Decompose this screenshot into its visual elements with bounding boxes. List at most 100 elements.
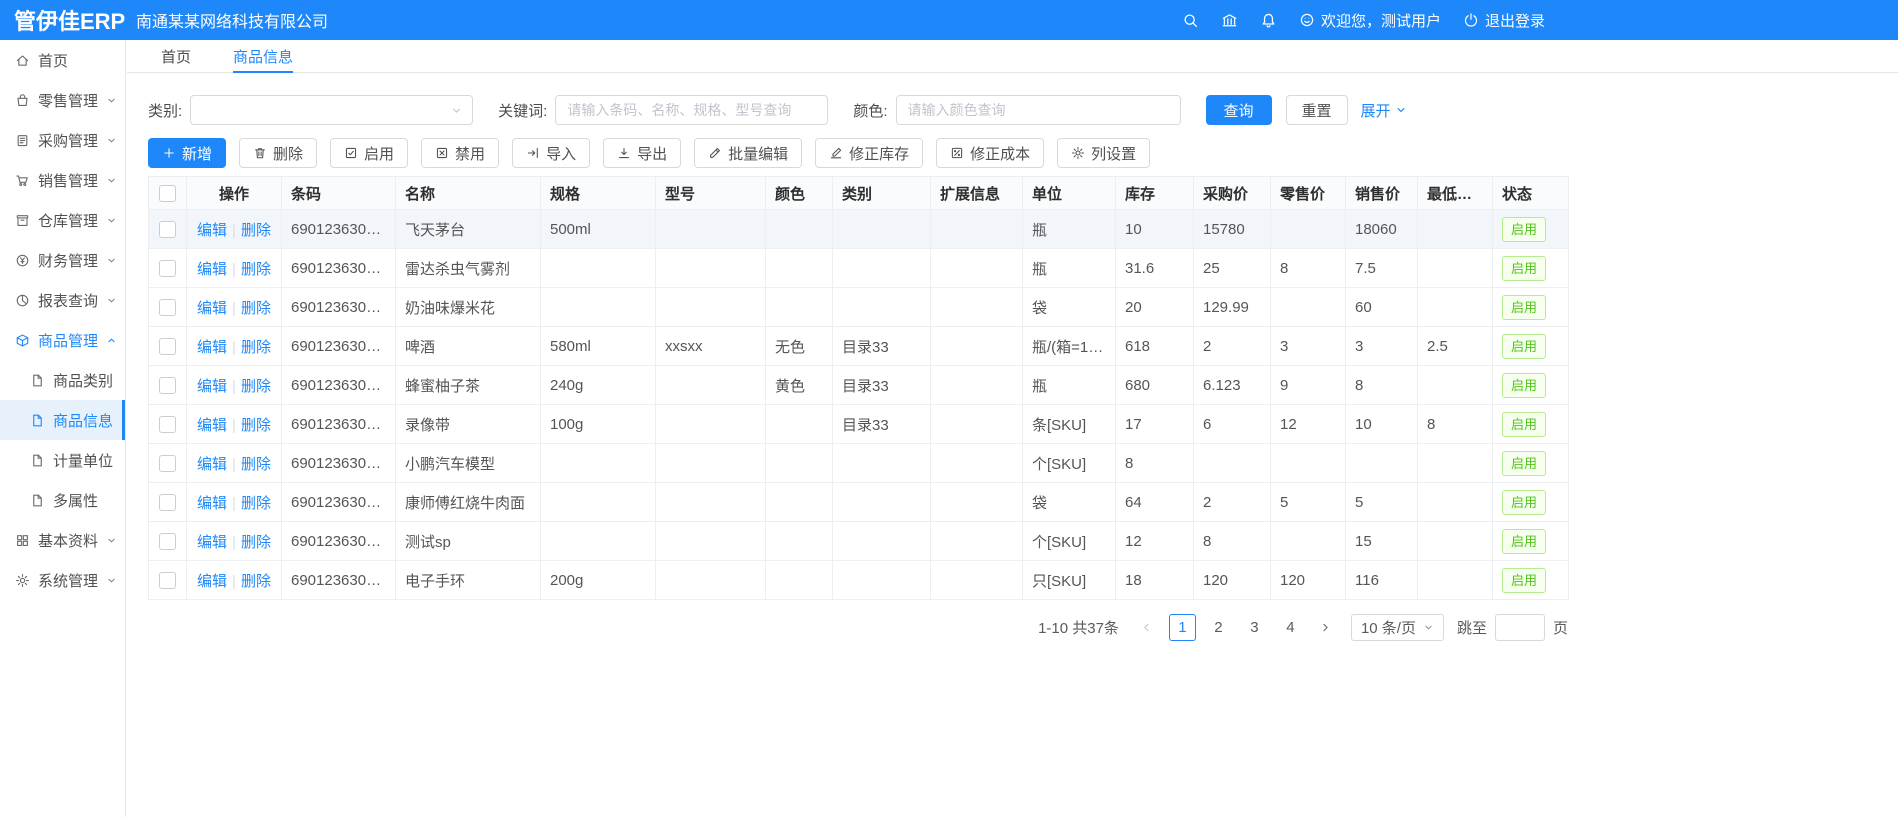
search-submit-button[interactable]: 查询 [1206,95,1272,125]
expand-link[interactable]: 展开 [1361,100,1407,121]
row-checkbox[interactable] [159,572,176,589]
reset-button[interactable]: 重置 [1286,95,1348,125]
enable-button[interactable]: 启用 [330,138,408,168]
delete-link[interactable]: 删除 [241,378,271,395]
cell-color [766,522,833,561]
delete-link[interactable]: 删除 [241,417,271,434]
row-checkbox[interactable] [159,260,176,277]
export-button[interactable]: 导出 [603,138,681,168]
cell-category [833,288,931,327]
cell-status: 启用 [1493,210,1569,249]
column-header: 条码 [282,177,396,210]
row-checkbox[interactable] [159,416,176,433]
sidebar-item-goods-category[interactable]: 商品类别 [0,360,125,400]
cell-name: 小鹏汽车模型 [396,444,541,483]
select-all-checkbox[interactable] [159,185,176,202]
page-button-3[interactable]: 3 [1241,614,1268,641]
cell-min-price: 8 [1418,405,1493,444]
sidebar-item-retail[interactable]: 零售管理 [0,80,125,120]
edit-link[interactable]: 编辑 [197,573,227,590]
prev-page-button[interactable] [1134,615,1160,641]
chevron-down-icon [106,215,117,226]
table-row: 编辑|删除6901236301322小鹏汽车模型个[SKU]8启用 [149,444,1569,483]
page-button-1[interactable]: 1 [1169,614,1196,641]
sidebar-item-purchase[interactable]: 采购管理 [0,120,125,160]
edit-link[interactable]: 编辑 [197,378,227,395]
page-button-2[interactable]: 2 [1205,614,1232,641]
cell-sale-price: 18060 [1346,210,1418,249]
smiley-icon [1299,12,1315,28]
tab-goods-info[interactable]: 商品信息 [233,40,293,72]
cell-sale-price: 8 [1346,366,1418,405]
cell-barcode: 6901236301338 [282,327,396,366]
delete-link[interactable]: 删除 [241,300,271,317]
fix-stock-button[interactable]: 修正库存 [815,138,923,168]
row-checkbox[interactable] [159,377,176,394]
sidebar-item-sales[interactable]: 销售管理 [0,160,125,200]
row-checkbox[interactable] [159,221,176,238]
delete-link[interactable]: 删除 [241,534,271,551]
delete-link[interactable]: 删除 [241,495,271,512]
top-header: 管伊佳ERP 南通某某网络科技有限公司 欢迎您，测试用户 退出登录 [0,0,1898,40]
row-checkbox[interactable] [159,533,176,550]
sidebar-item-label: 仓库管理 [38,210,98,231]
cell-unit: 条[SKU] [1023,405,1116,444]
edit-link[interactable]: 编辑 [197,261,227,278]
next-page-button[interactable] [1313,615,1339,641]
delete-link[interactable]: 删除 [241,456,271,473]
sidebar-item-basic-data[interactable]: 基本资料 [0,520,125,560]
row-checkbox[interactable] [159,338,176,355]
delete-link[interactable]: 删除 [241,339,271,356]
jump-page-input[interactable] [1495,614,1545,641]
select-all-cell [149,177,187,210]
sidebar-item-measure-unit[interactable]: 计量单位 [0,440,125,480]
row-checkbox[interactable] [159,299,176,316]
page-size-select[interactable]: 10 条/页 [1351,614,1444,641]
row-actions: 编辑|删除 [187,561,282,600]
sidebar-item-warehouse[interactable]: 仓库管理 [0,200,125,240]
search-button[interactable] [1182,12,1199,29]
keyword-input[interactable] [555,95,828,125]
import-button[interactable]: 导入 [512,138,590,168]
column-settings-button[interactable]: 列设置 [1057,138,1150,168]
page-button-4[interactable]: 4 [1277,614,1304,641]
delete-link[interactable]: 删除 [241,573,271,590]
row-checkbox[interactable] [159,455,176,472]
user-menu[interactable]: 欢迎您，测试用户 [1299,10,1441,31]
sidebar-item-goods-info[interactable]: 商品信息 [0,400,125,440]
edit-link[interactable]: 编辑 [197,339,227,356]
fix-cost-button[interactable]: 修正成本 [936,138,1044,168]
platform-button[interactable] [1221,12,1238,29]
color-input[interactable] [896,95,1181,125]
chevron-down-icon [106,535,117,546]
delete-button[interactable]: 删除 [239,138,317,168]
row-checkbox[interactable] [159,494,176,511]
sidebar-item-multi-attribute[interactable]: 多属性 [0,480,125,520]
sidebar-item-report[interactable]: 报表查询 [0,280,125,320]
delete-link[interactable]: 删除 [241,222,271,239]
cell-color [766,405,833,444]
edit-link[interactable]: 编辑 [197,417,227,434]
edit-link[interactable]: 编辑 [197,534,227,551]
app-logo: 管伊佳ERP [0,4,112,36]
sidebar-item-home[interactable]: 首页 [0,40,125,80]
tab-home[interactable]: 首页 [161,40,191,72]
edit-link[interactable]: 编辑 [197,222,227,239]
edit-link[interactable]: 编辑 [197,495,227,512]
toolbar: 新增删除启用禁用导入导出批量编辑修正库存修正成本列设置 [148,138,1898,168]
chevron-down-icon [106,175,117,186]
delete-link[interactable]: 删除 [241,261,271,278]
category-select[interactable] [190,95,473,125]
logout-button[interactable]: 退出登录 [1463,10,1545,31]
disable-button[interactable]: 禁用 [421,138,499,168]
sidebar-item-finance[interactable]: 财务管理 [0,240,125,280]
edit-link[interactable]: 编辑 [197,300,227,317]
batch-edit-button[interactable]: 批量编辑 [694,138,802,168]
category-filter: 类别: [148,95,473,125]
add-button[interactable]: 新增 [148,138,226,168]
sidebar-item-goods[interactable]: 商品管理 [0,320,125,360]
cell-ext [931,483,1023,522]
sidebar-item-system[interactable]: 系统管理 [0,560,125,600]
edit-link[interactable]: 编辑 [197,456,227,473]
notification-button[interactable] [1260,12,1277,29]
